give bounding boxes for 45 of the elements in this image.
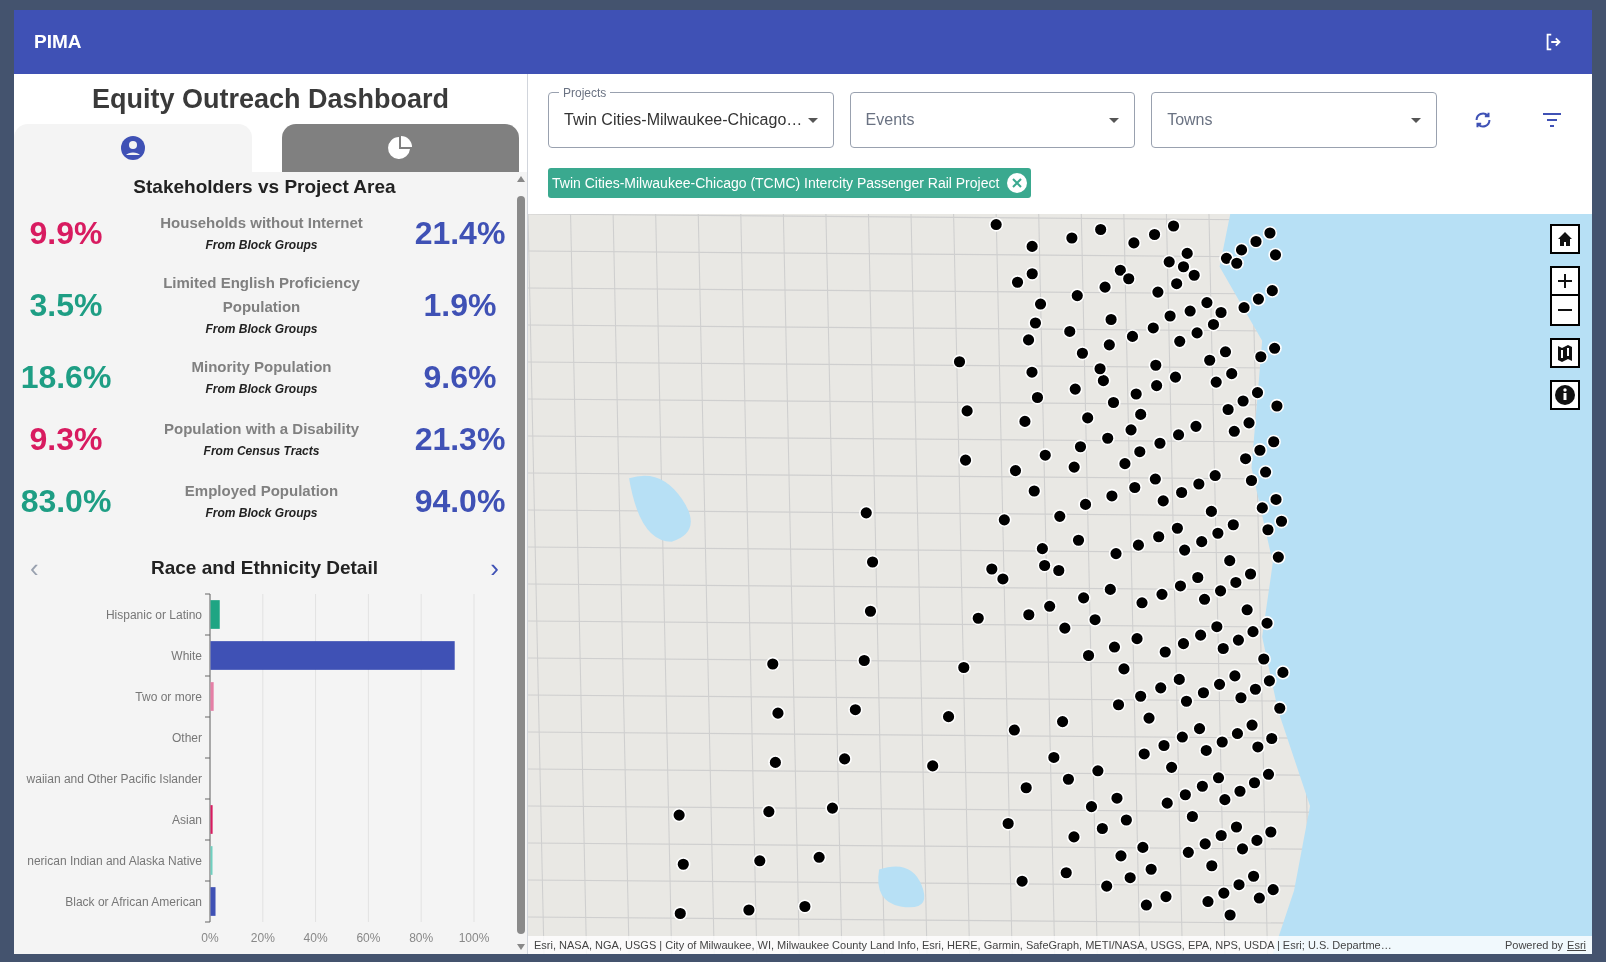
metric-source: From Census Tracts [203, 442, 320, 460]
project-area-percentage: 21.3% [413, 419, 507, 459]
category-label: Two or more [135, 689, 202, 704]
axis-tick-label: 40% [303, 931, 328, 945]
category-label: White [171, 648, 202, 663]
metric-label: Limited English Proficiency Population [162, 272, 361, 317]
project-area-percentage: 9.6% [422, 357, 498, 397]
stakeholder-percentage: 3.5% [28, 285, 104, 325]
chart-title: Race and Ethnicity Detail [151, 555, 378, 580]
category-label: Hispanic or Latino [105, 607, 202, 622]
metric-source: From Block Groups [205, 504, 318, 522]
metric-label: Households without Internet [159, 212, 364, 233]
axis-tick-label: 80% [409, 931, 434, 945]
metric-label: Minority Population [190, 356, 333, 377]
dashboard-title: Equity Outreach Dashboard [91, 82, 450, 116]
metric-source: From Block Groups [205, 320, 318, 338]
project-chip[interactable]: Twin Cities-Milwaukee-Chicago (TCMC) Intercity Passenger Rail Project [548, 168, 1032, 198]
category-label: nerican Indian and Alaska Native [27, 853, 202, 868]
stakeholder-percentage: 83.0% [19, 481, 113, 521]
metric-source: From Block Groups [205, 236, 318, 254]
stakeholder-percentage: 18.6% [19, 357, 113, 397]
category-label: Other [172, 730, 202, 745]
map-attribution: Esri, NASA, NGA, USGS | City of Milwaukee, WI, Milwaukee County Land Info, Esri, HERE, Garmin, SafeGraph, METI/NASA, USGS, EPA, NPS, USDA | Esri; U.S. Departme… [534, 937, 1392, 953]
metric-label: Population with a Disability [163, 418, 360, 439]
axis-tick-label: 100% [458, 931, 490, 945]
section-title: Stakeholders vs Project Area [133, 174, 396, 199]
project-area-percentage: 21.4% [413, 213, 507, 253]
esri-link[interactable]: Esri [1567, 936, 1586, 954]
events-dropdown[interactable]: Events [849, 92, 1136, 148]
metric-label: Employed Population [183, 480, 340, 501]
axis-tick-label: 20% [250, 931, 275, 945]
project-area-percentage: 1.9% [422, 285, 498, 325]
towns-dropdown[interactable]: Towns [1151, 92, 1437, 148]
app-title: PIMA [34, 29, 82, 54]
stakeholder-percentage: 9.9% [28, 213, 104, 253]
next-button[interactable]: › [490, 554, 499, 581]
category-label: waiian and Other Pacific Islander [26, 771, 202, 786]
axis-tick-label: 0% [201, 931, 219, 945]
project-area-percentage: 94.0% [413, 481, 507, 521]
axis-tick-label: 60% [356, 931, 381, 945]
category-label: Black or African American [65, 894, 202, 909]
stakeholder-percentage: 9.3% [28, 419, 104, 459]
metric-source: From Block Groups [205, 380, 318, 398]
category-label: Asian [171, 812, 202, 827]
powered-by-text: Powered by [1504, 937, 1564, 953]
